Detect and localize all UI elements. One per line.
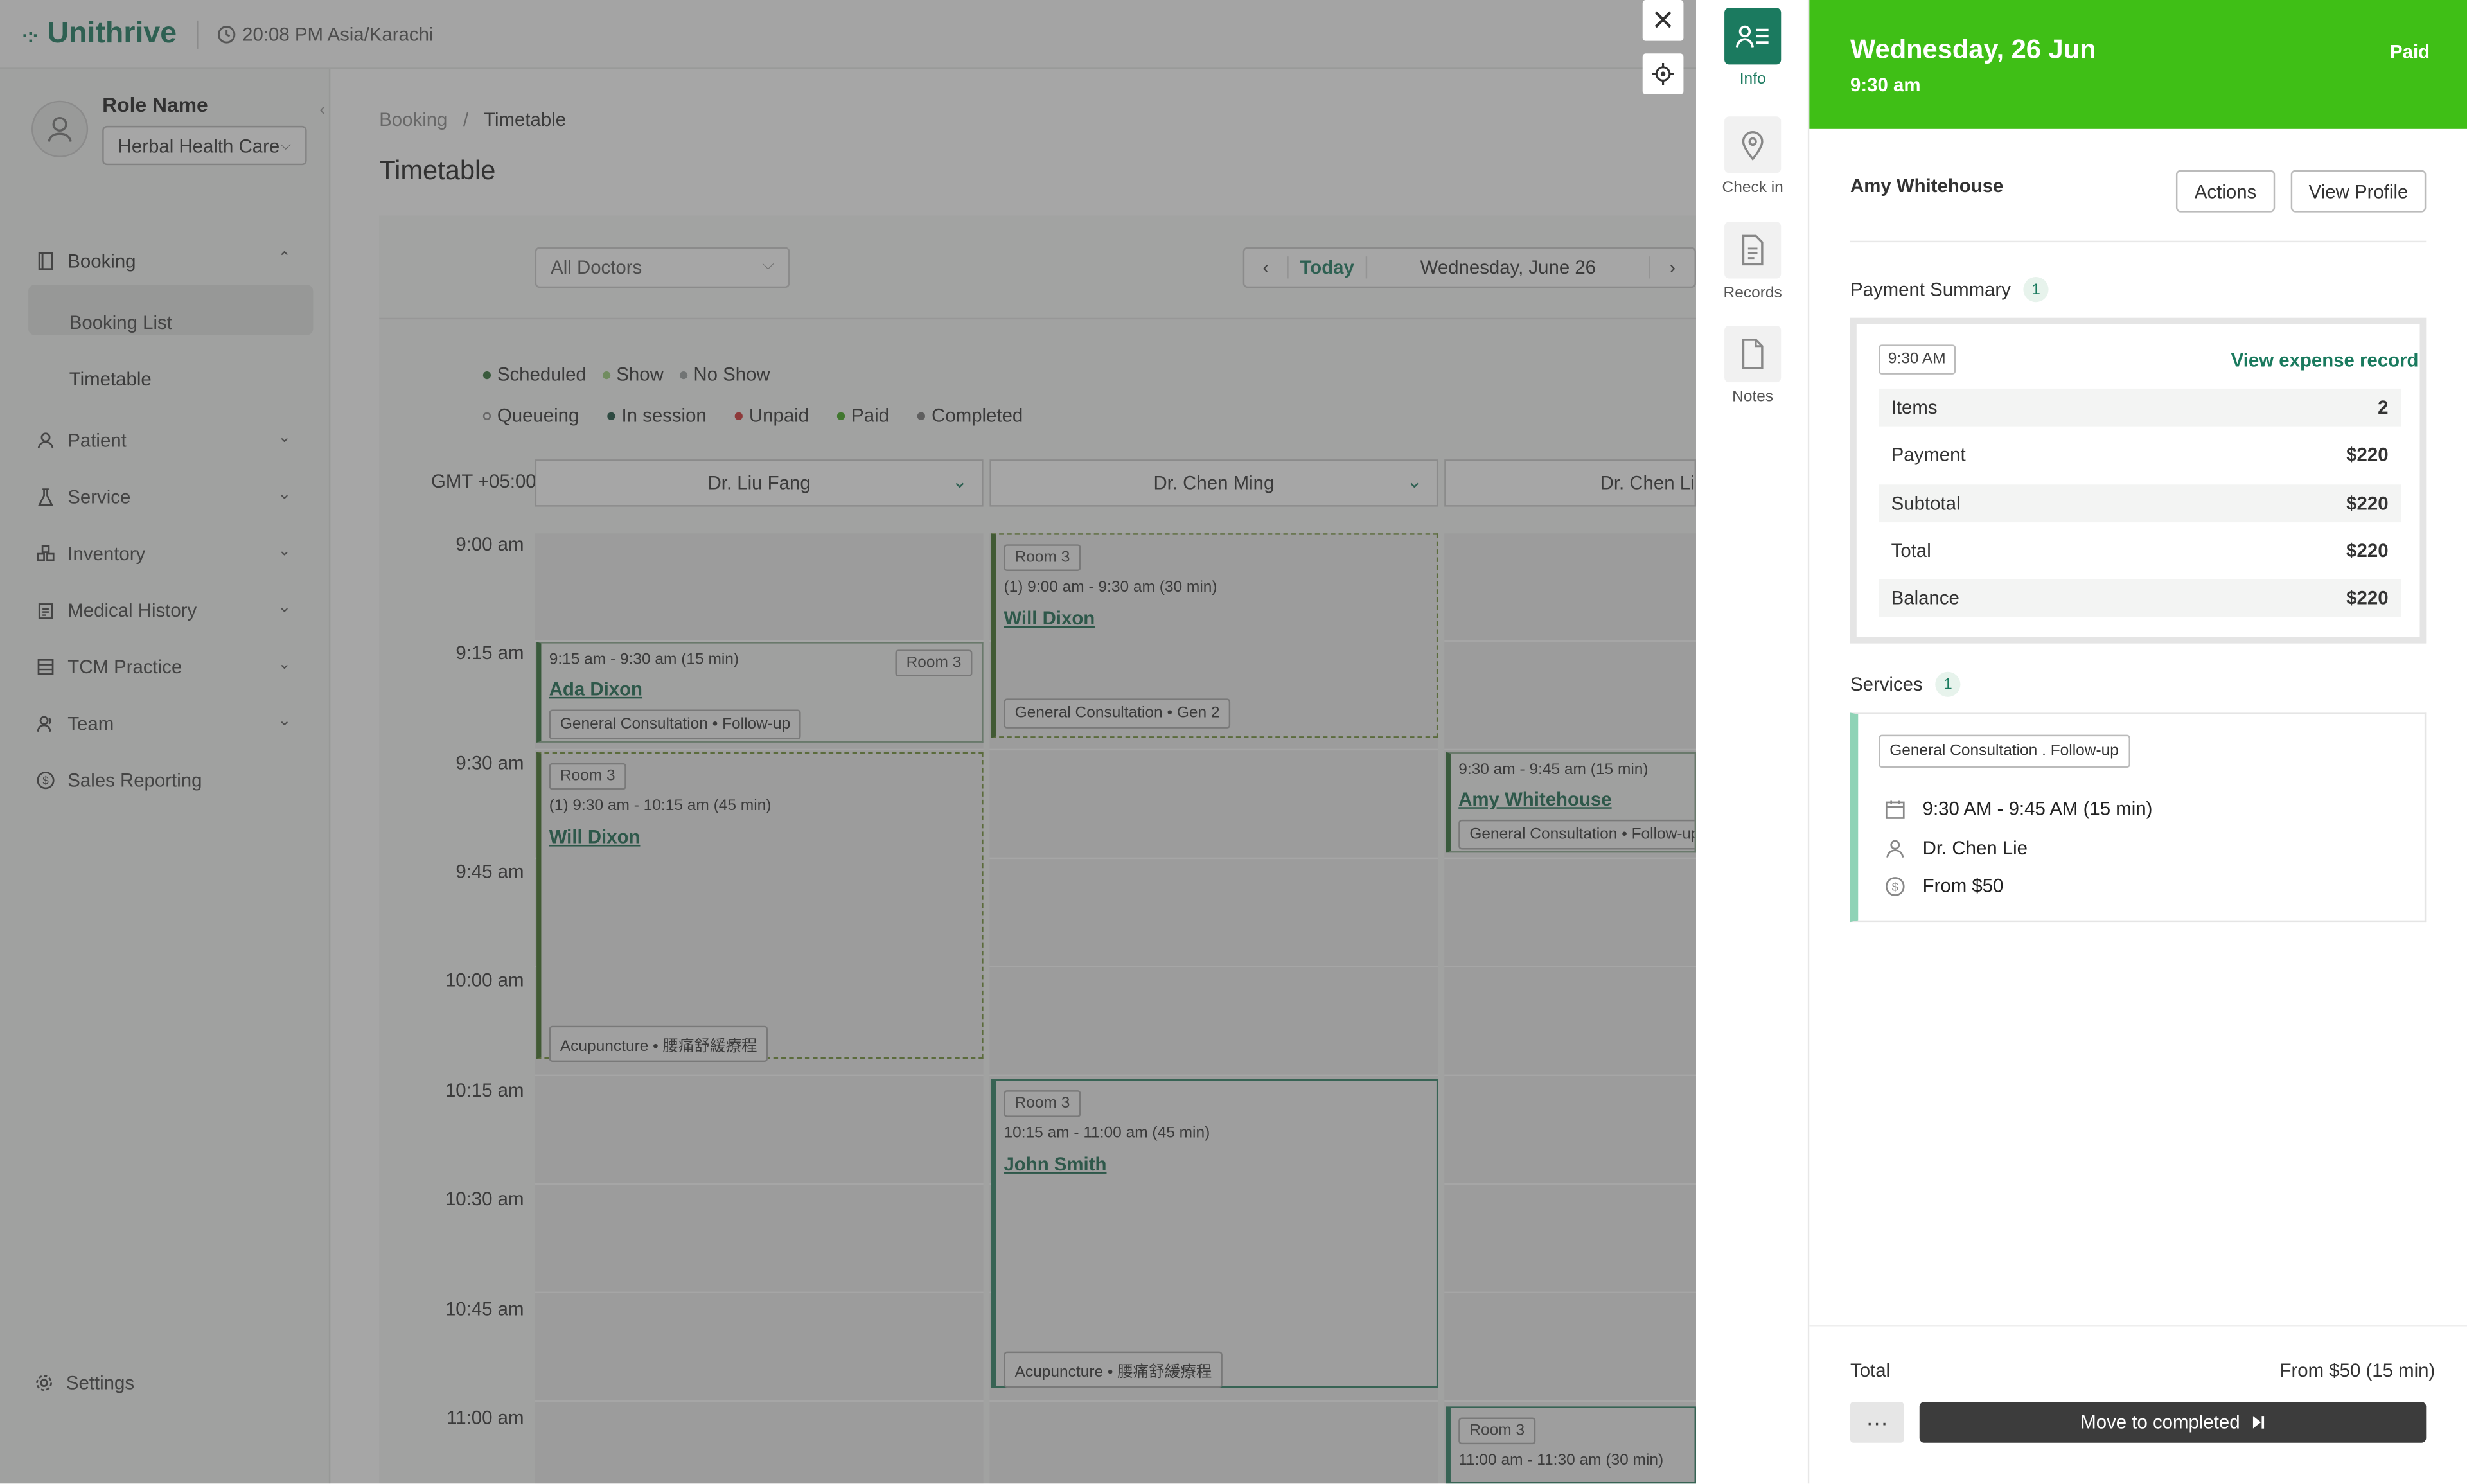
tab-notes[interactable]: Notes <box>1696 325 1809 406</box>
view-profile-button[interactable]: View Profile <box>2290 170 2427 213</box>
tab-label: Records <box>1723 285 1782 303</box>
tab-check-in[interactable]: Check in <box>1696 116 1809 197</box>
crosshair-icon <box>1652 62 1674 85</box>
divider <box>1809 1325 2467 1327</box>
services-heading: Services 1 <box>1850 671 1961 697</box>
payment-row-value: $220 <box>2346 587 2389 609</box>
status-badge: Paid <box>2390 40 2430 63</box>
tab-label: Notes <box>1732 388 1774 406</box>
payment-row-label: Payment <box>1891 443 1966 466</box>
patient-name: Amy Whitehouse <box>1850 174 2004 197</box>
view-expense-record-link[interactable]: View expense record <box>2231 349 2419 371</box>
tab-label: Info <box>1739 71 1766 89</box>
service-price-row: $ From $50 <box>1883 875 2003 897</box>
count-badge: 1 <box>1935 671 1961 697</box>
service-doctor-row: Dr. Chen Lie <box>1883 837 2028 859</box>
payment-row-label: Subtotal <box>1891 492 1961 515</box>
divider <box>1850 240 2427 243</box>
payment-row: Subtotal $220 <box>1879 484 2401 523</box>
payment-row: Total $220 <box>1879 532 2401 570</box>
move-to-completed-button[interactable]: Move to completed <box>1919 1402 2427 1443</box>
dollar-circle-icon: $ <box>1883 875 1905 897</box>
payment-row: Items 2 <box>1879 388 2401 427</box>
tab-records[interactable]: Records <box>1696 222 1809 302</box>
booking-date: Wednesday, 26 Jun <box>1850 34 2096 65</box>
skip-forward-icon <box>2252 1416 2264 1429</box>
location-pin-icon <box>1724 116 1782 173</box>
svg-text:$: $ <box>1891 879 1897 893</box>
service-time: 9:30 AM - 9:45 AM (15 min) <box>1922 797 2153 820</box>
payment-row-value: 2 <box>2378 396 2389 419</box>
payment-row: Payment $220 <box>1879 436 2401 473</box>
payment-row-value: $220 <box>2346 443 2389 466</box>
payment-row-value: $220 <box>2346 540 2389 562</box>
document-icon <box>1724 222 1782 279</box>
calendar-icon <box>1883 798 1905 820</box>
payment-summary-heading: Payment Summary 1 <box>1850 277 2049 303</box>
total-value: From $50 (15 min) <box>2279 1359 2436 1382</box>
payment-row-value: $220 <box>2346 492 2389 515</box>
service-tag: General Consultation . Follow-up <box>1879 734 2130 768</box>
total-label: Total <box>1850 1359 1891 1382</box>
payment-time-badge: 9:30 AM <box>1879 344 1956 375</box>
user-icon <box>1883 837 1905 859</box>
detail-tab-rail: Info Check in Records Notes <box>1696 0 1810 1484</box>
payment-row-label: Balance <box>1891 587 1959 609</box>
info-card-icon <box>1724 8 1782 65</box>
actions-button[interactable]: Actions <box>2175 170 2276 213</box>
locate-button[interactable] <box>1642 53 1684 94</box>
button-label: Move to completed <box>2080 1411 2240 1434</box>
payment-row-label: Items <box>1891 396 1938 419</box>
booking-time: 9:30 am <box>1850 74 1921 96</box>
payment-row: Balance $220 <box>1879 579 2401 617</box>
tab-info[interactable]: Info <box>1696 8 1809 88</box>
payment-row-label: Total <box>1891 540 1931 562</box>
count-badge: 1 <box>2023 277 2049 303</box>
modal-backdrop[interactable] <box>0 0 1697 1484</box>
section-title: Payment Summary <box>1850 278 2011 301</box>
section-title: Services <box>1850 673 1923 696</box>
service-time-row: 9:30 AM - 9:45 AM (15 min) <box>1883 798 2152 820</box>
note-icon <box>1724 325 1782 383</box>
service-price: From $50 <box>1922 874 2004 897</box>
tab-label: Check in <box>1722 179 1783 197</box>
more-options-button[interactable]: ··· <box>1850 1402 1904 1443</box>
more-icon: ··· <box>1866 1409 1888 1435</box>
service-doctor: Dr. Chen Lie <box>1922 836 2028 860</box>
close-icon[interactable]: ✕ <box>1642 0 1684 41</box>
